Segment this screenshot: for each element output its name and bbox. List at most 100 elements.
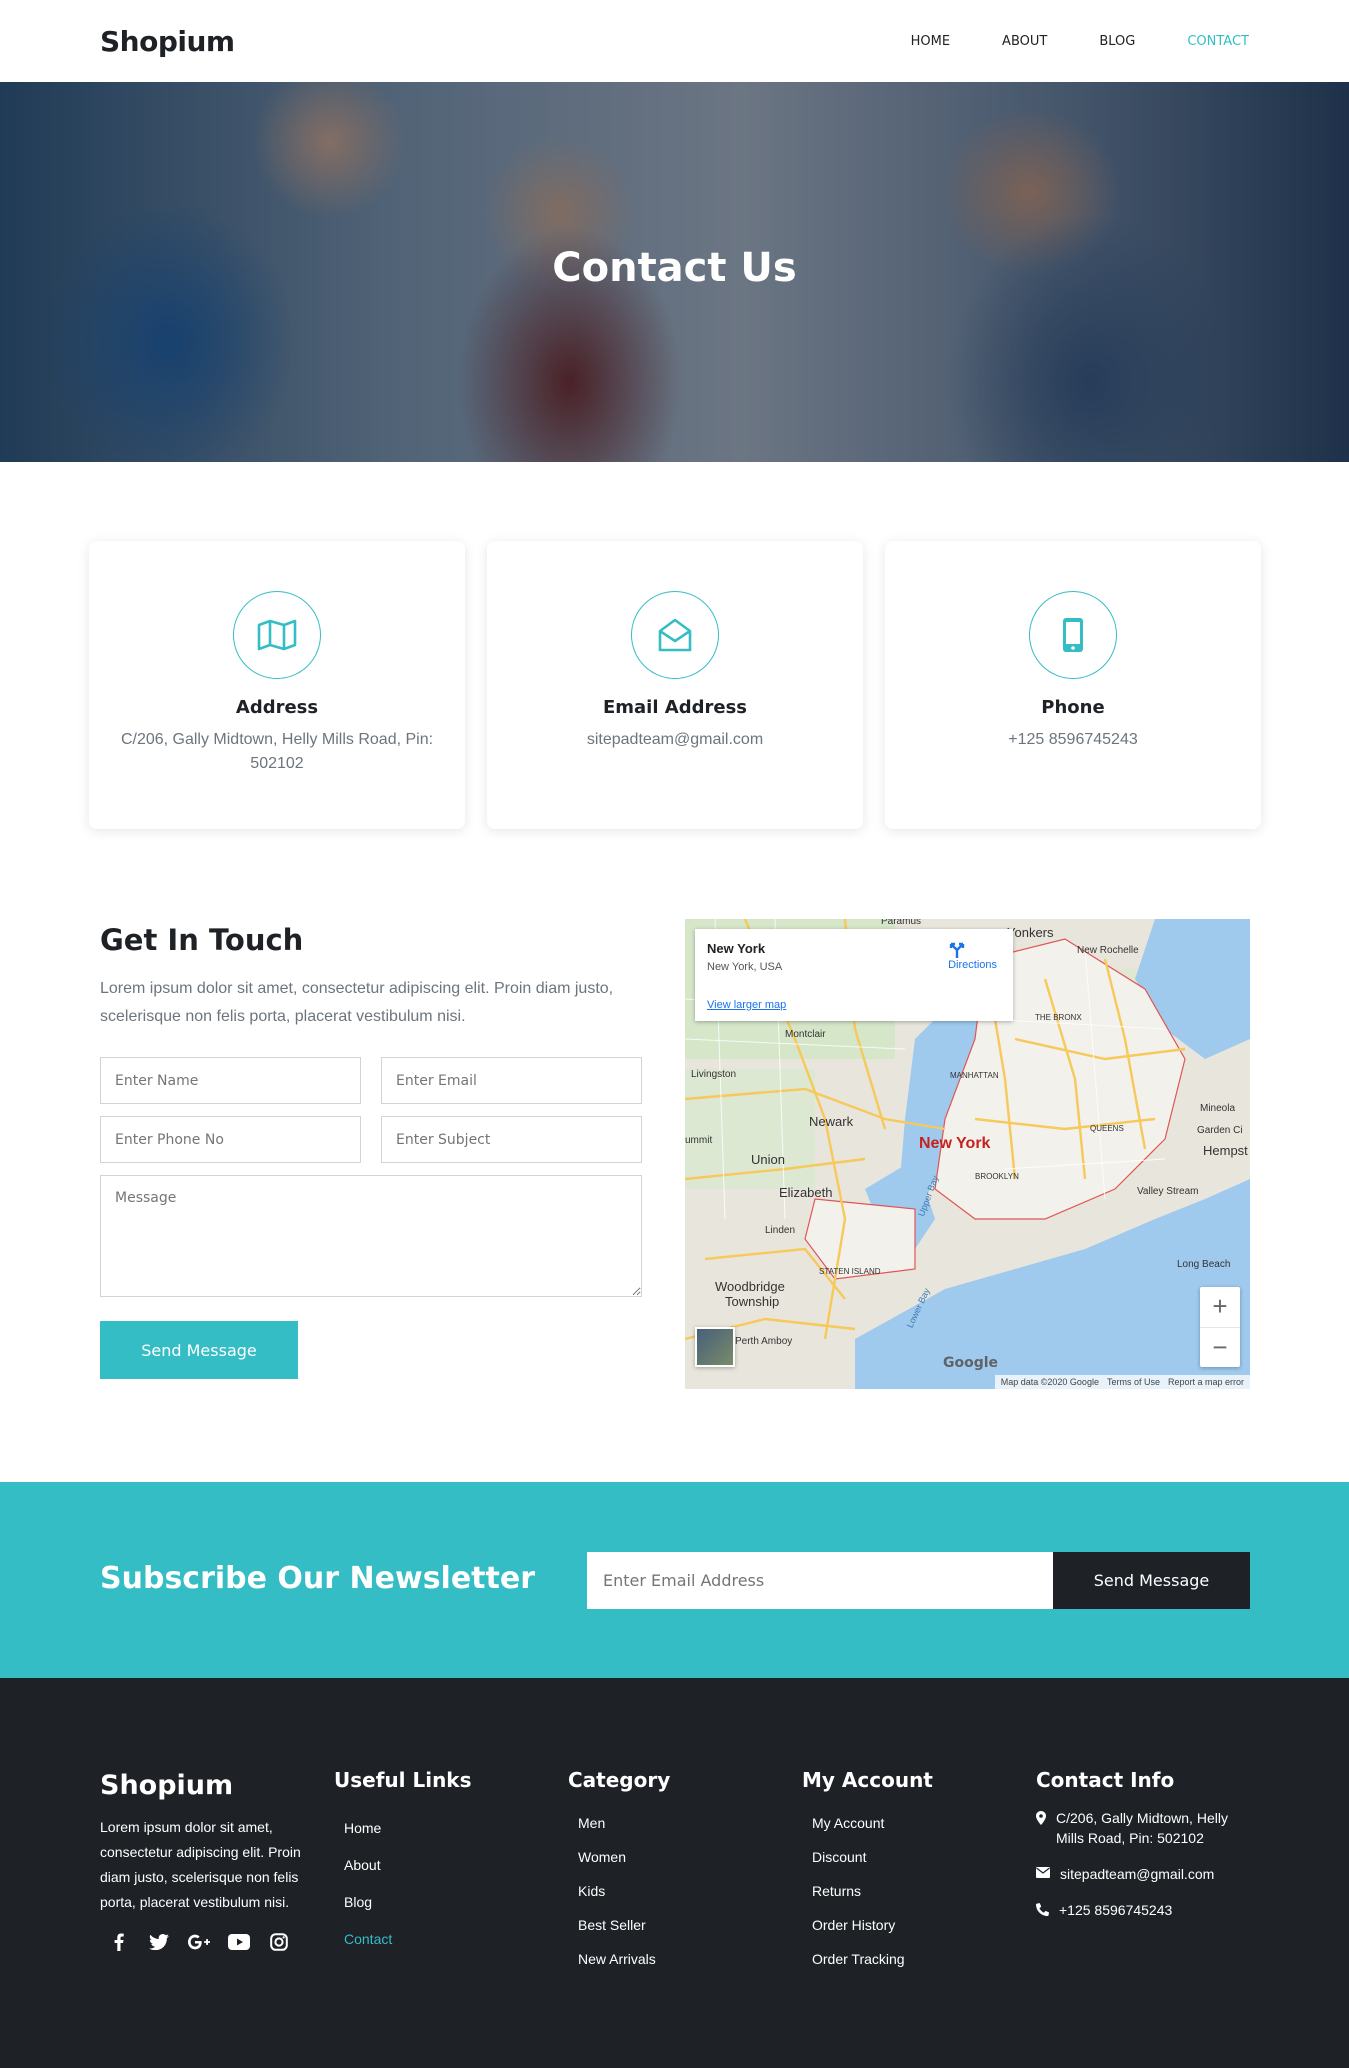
newsletter-email-input[interactable]: [587, 1552, 1053, 1609]
contact-info-heading: Contact Info: [1036, 1768, 1175, 1792]
map-label: Mineola: [1200, 1103, 1236, 1114]
google-logo: Google: [943, 1355, 999, 1371]
phone-input[interactable]: [100, 1116, 361, 1163]
useful-links-list: Home About Blog Contact: [334, 1810, 472, 1958]
footer-link-blog[interactable]: Blog: [344, 1884, 472, 1921]
newsletter-section: Subscribe Our Newsletter Send Message: [0, 1482, 1349, 1678]
phone-icon: [1036, 1903, 1049, 1916]
address-card: Address C/206, Gally Midtown, Helly Mill…: [89, 541, 465, 829]
map-label: Livingston: [691, 1069, 737, 1080]
map-label: QUEENS: [1090, 1124, 1124, 1133]
footer-category-new-arrivals[interactable]: New Arrivals: [578, 1942, 670, 1976]
category-heading: Category: [568, 1768, 671, 1792]
map-label: Montclair: [785, 1029, 826, 1040]
footer-account-order-tracking[interactable]: Order Tracking: [812, 1942, 933, 1976]
contact-info-cards: Address C/206, Gally Midtown, Helly Mill…: [89, 541, 1261, 829]
zoom-in-button[interactable]: +: [1200, 1287, 1240, 1328]
map-label: THE BRONX: [1035, 1013, 1082, 1022]
footer-link-home[interactable]: Home: [344, 1810, 472, 1847]
footer-about-column: Shopium Lorem ipsum dolor sit amet, cons…: [100, 1770, 310, 1953]
map-zoom-controls: + −: [1200, 1287, 1240, 1367]
location-pin-icon: [1036, 1811, 1046, 1825]
map-report-link[interactable]: Report a map error: [1168, 1377, 1244, 1387]
account-heading: My Account: [802, 1768, 933, 1792]
footer-account-column: My Account My Account Discount Returns O…: [802, 1768, 933, 1976]
zoom-out-button[interactable]: −: [1200, 1328, 1240, 1368]
site-header: Shopium HOME ABOUT BLOG CONTACT: [0, 0, 1349, 82]
google-map[interactable]: Paramus Yonkers New Rochelle THE BRONX M…: [685, 919, 1250, 1389]
hero-banner: Contact Us: [0, 82, 1349, 462]
footer-phone: +125 8596745243: [1036, 1900, 1256, 1920]
facebook-icon[interactable]: [108, 1931, 130, 1953]
phone-text: +125 8596745243: [1008, 731, 1138, 748]
map-label: Yonkers: [1007, 925, 1054, 940]
footer-address-text: C/206, Gally Midtown, Helly Mills Road, …: [1056, 1810, 1228, 1846]
message-textarea[interactable]: [100, 1175, 642, 1297]
hero-title: Contact Us: [552, 245, 797, 291]
directions-button[interactable]: Directions: [948, 941, 997, 971]
footer-useful-links-column: Useful Links Home About Blog Contact: [334, 1768, 472, 1958]
map-label: Elizabeth: [779, 1185, 833, 1200]
envelope-icon: [1036, 1867, 1050, 1878]
footer-category-women[interactable]: Women: [578, 1840, 670, 1874]
nav-about[interactable]: ABOUT: [1002, 34, 1047, 49]
nav-home[interactable]: HOME: [911, 34, 950, 49]
map-label: New Rochelle: [1077, 945, 1139, 956]
phone-card: Phone +125 8596745243: [885, 541, 1261, 829]
footer-link-about[interactable]: About: [344, 1847, 472, 1884]
map-label: STATEN ISLAND: [819, 1267, 881, 1276]
contact-info-list: C/206, Gally Midtown, Helly Mills Road, …: [1036, 1808, 1256, 1920]
map-terms-link[interactable]: Terms of Use: [1107, 1377, 1160, 1387]
map-label: Hempst: [1203, 1143, 1248, 1158]
map-label: Township: [725, 1294, 780, 1309]
map-label: BROOKLYN: [975, 1172, 1019, 1181]
map-label: Newark: [809, 1114, 854, 1129]
email-text: sitepadteam@gmail.com: [586, 731, 764, 748]
map-icon: [233, 591, 321, 679]
footer-email: sitepadteam@gmail.com: [1036, 1864, 1256, 1884]
footer-account-my-account[interactable]: My Account: [812, 1806, 933, 1840]
directions-icon: [949, 942, 965, 958]
main-nav: HOME ABOUT BLOG CONTACT: [859, 34, 1249, 49]
email-input[interactable]: [381, 1057, 642, 1104]
view-larger-map-link[interactable]: View larger map: [707, 999, 786, 1011]
email-title: Email Address: [602, 697, 748, 718]
name-input[interactable]: [100, 1057, 361, 1104]
site-footer: Shopium Lorem ipsum dolor sit amet, cons…: [0, 1678, 1349, 2068]
footer-account-returns[interactable]: Returns: [812, 1874, 933, 1908]
map-label: Long Beach: [1177, 1259, 1231, 1270]
email-card: Email Address sitepadteam@gmail.com: [487, 541, 863, 829]
map-label: Woodbridge: [715, 1279, 785, 1294]
map-label: Perth Amboy: [735, 1336, 793, 1347]
newsletter-title: Subscribe Our Newsletter: [100, 1561, 535, 1596]
footer-account-discount[interactable]: Discount: [812, 1840, 933, 1874]
nav-blog[interactable]: BLOG: [1099, 34, 1135, 49]
site-logo[interactable]: Shopium: [100, 25, 235, 58]
category-list: Men Women Kids Best Seller New Arrivals: [568, 1806, 670, 1976]
map-label: MANHATTAN: [950, 1071, 999, 1080]
footer-category-men[interactable]: Men: [578, 1806, 670, 1840]
footer-category-best-seller[interactable]: Best Seller: [578, 1908, 670, 1942]
footer-phone-text: +125 8596745243: [1059, 1902, 1173, 1918]
subject-input[interactable]: [381, 1116, 642, 1163]
send-message-button[interactable]: Send Message: [100, 1321, 298, 1379]
footer-logo[interactable]: Shopium: [100, 1770, 310, 1801]
footer-address: C/206, Gally Midtown, Helly Mills Road, …: [1036, 1808, 1256, 1848]
nav-contact[interactable]: CONTACT: [1187, 34, 1249, 49]
footer-email-text[interactable]: sitepadteam@gmail.com: [1060, 1864, 1214, 1884]
map-data-text: Map data ©2020 Google: [1000, 1377, 1099, 1387]
newsletter-submit-button[interactable]: Send Message: [1053, 1552, 1250, 1609]
address-text: C/206, Gally Midtown, Helly Mills Road, …: [120, 731, 434, 772]
footer-category-kids[interactable]: Kids: [578, 1874, 670, 1908]
map-label: ummit: [685, 1135, 713, 1146]
twitter-icon[interactable]: [148, 1931, 170, 1953]
map-satellite-toggle[interactable]: [695, 1327, 735, 1367]
footer-link-contact[interactable]: Contact: [344, 1921, 472, 1958]
instagram-icon[interactable]: [268, 1931, 290, 1953]
map-label: Linden: [765, 1225, 796, 1236]
google-plus-icon[interactable]: [188, 1931, 210, 1953]
useful-links-heading: Useful Links: [334, 1768, 472, 1792]
youtube-icon[interactable]: [228, 1931, 250, 1953]
footer-account-order-history[interactable]: Order History: [812, 1908, 933, 1942]
footer-about-text: Lorem ipsum dolor sit amet, consectetur …: [100, 1819, 301, 1910]
